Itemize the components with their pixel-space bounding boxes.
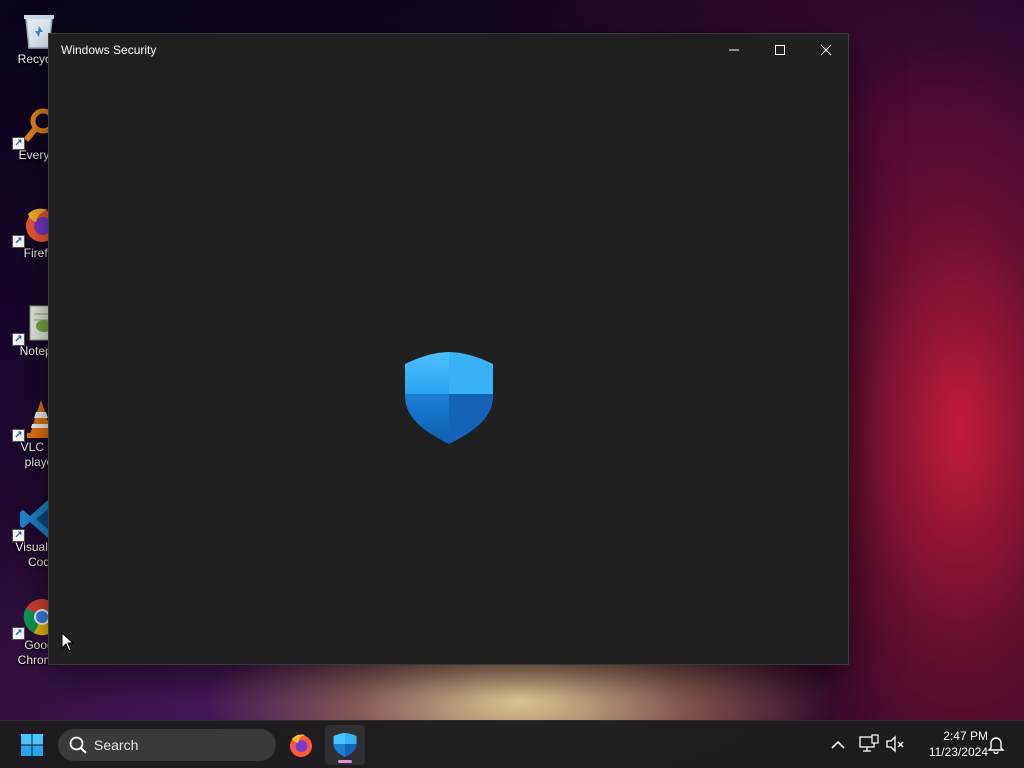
shortcut-arrow-icon: ↗ <box>12 627 25 640</box>
clock-date: 11/23/2024 <box>928 745 988 759</box>
search-icon <box>69 736 87 754</box>
active-app-indicator <box>338 760 352 763</box>
windows-security-window: Windows Security <box>48 33 849 665</box>
shortcut-arrow-icon: ↗ <box>12 137 25 150</box>
taskbar-app-firefox[interactable] <box>281 725 321 765</box>
windows-security-shield-icon <box>405 352 493 444</box>
clock-time: 2:47 PM <box>943 729 988 743</box>
close-button[interactable] <box>803 34 849 66</box>
chevron-up-icon[interactable] <box>828 735 848 755</box>
mouse-cursor-icon <box>61 632 75 652</box>
notification-bell-icon[interactable] <box>986 734 1006 754</box>
taskbar: Search 2:47 PM 11/23/2024 <box>0 720 1024 768</box>
maximize-icon <box>775 45 785 55</box>
taskbar-search-box[interactable]: Search <box>58 729 276 761</box>
firefox-icon <box>290 734 312 757</box>
shield-icon <box>333 733 357 757</box>
minimize-button[interactable] <box>711 34 757 66</box>
close-icon <box>820 44 832 56</box>
minimize-icon <box>729 49 739 51</box>
volume-muted-icon[interactable] <box>884 733 906 755</box>
windows-logo-icon <box>21 734 43 756</box>
shortcut-arrow-icon: ↗ <box>12 429 25 442</box>
window-title: Windows Security <box>61 43 157 57</box>
taskbar-app-windows-security[interactable] <box>325 725 365 765</box>
shortcut-arrow-icon: ↗ <box>12 235 25 248</box>
title-bar[interactable]: Windows Security <box>49 34 848 66</box>
window-content <box>49 66 848 664</box>
search-placeholder: Search <box>94 737 139 753</box>
shortcut-arrow-icon: ↗ <box>12 529 25 542</box>
shortcut-arrow-icon: ↗ <box>12 333 25 346</box>
maximize-button[interactable] <box>757 34 803 66</box>
taskbar-clock[interactable]: 2:47 PM 11/23/2024 <box>912 728 988 760</box>
start-button[interactable] <box>14 729 50 761</box>
network-icon[interactable] <box>858 733 880 755</box>
